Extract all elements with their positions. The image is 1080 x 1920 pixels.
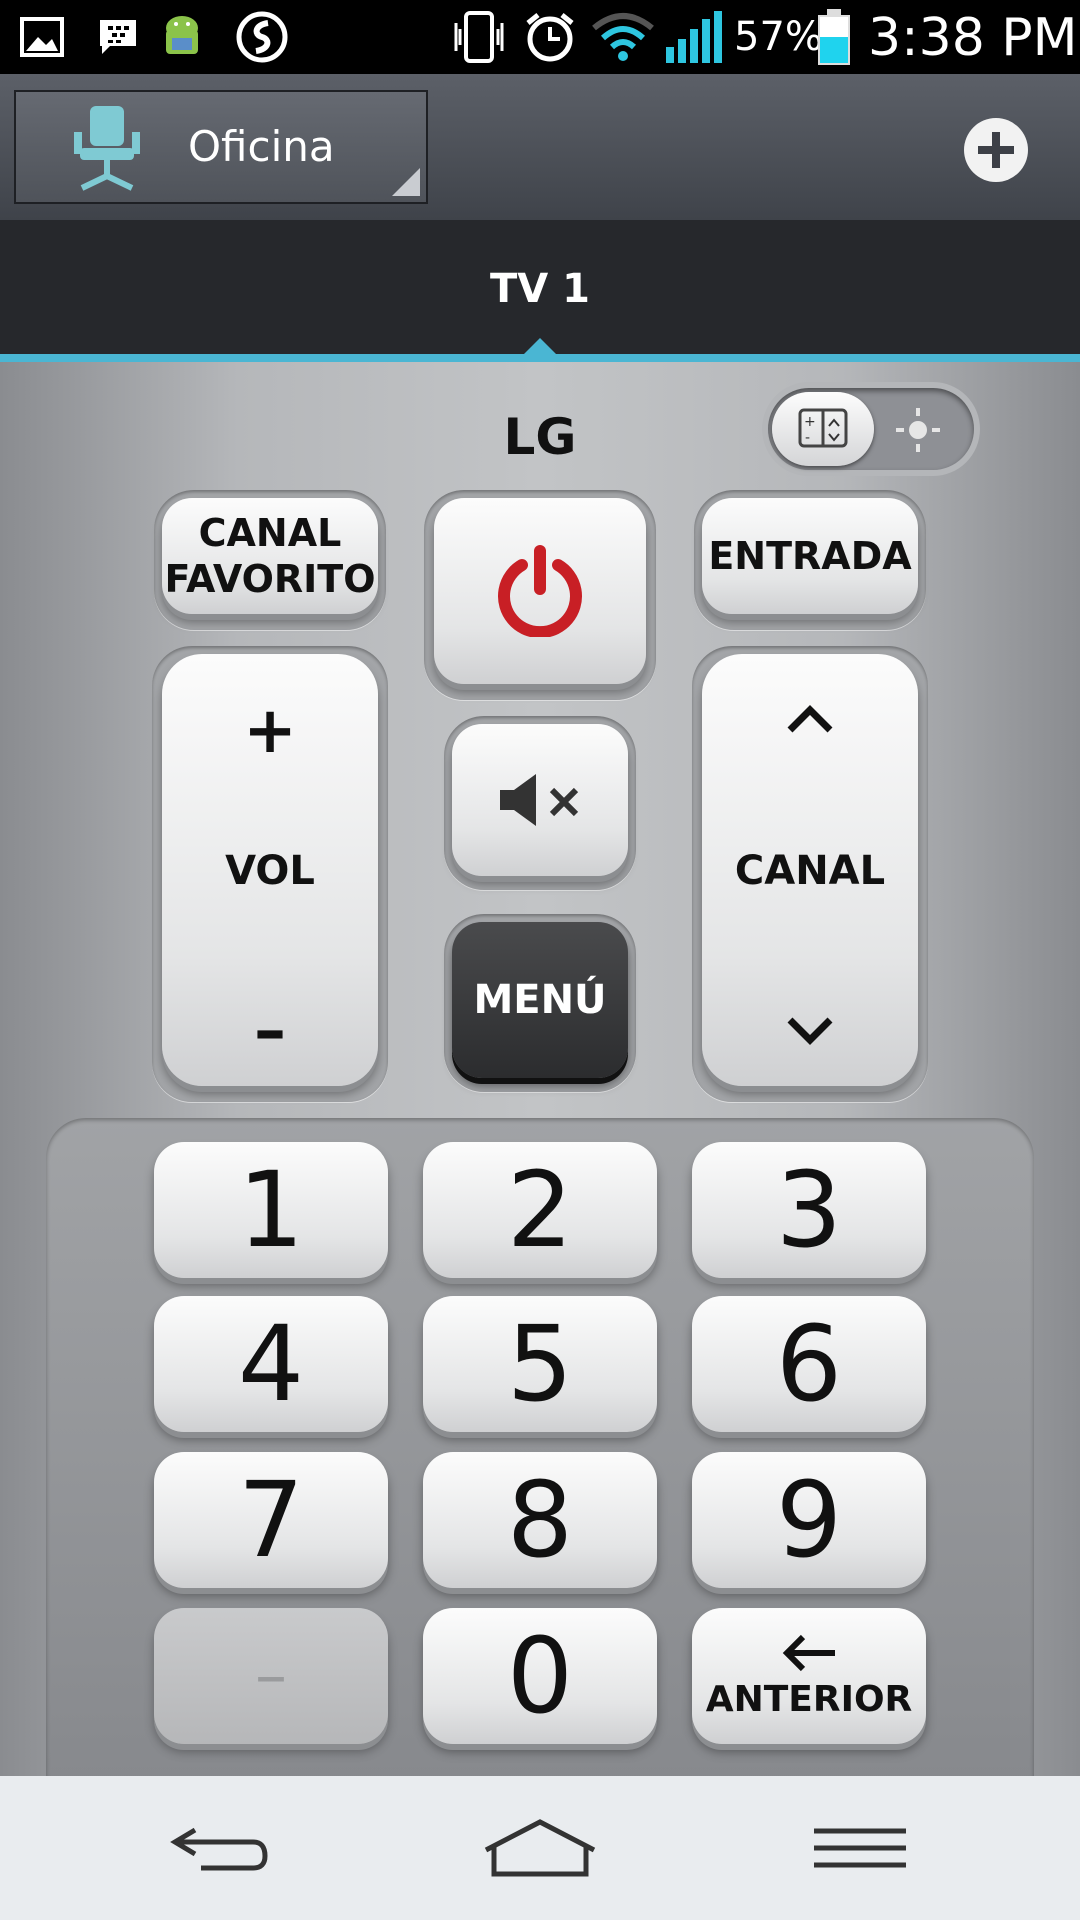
key-3[interactable]: 3 bbox=[692, 1142, 926, 1278]
chevron-up-icon[interactable] bbox=[786, 704, 834, 738]
key-5[interactable]: 5 bbox=[423, 1296, 657, 1432]
key-7[interactable]: 7 bbox=[154, 1452, 388, 1588]
status-bar: 57% 3:38 PM bbox=[0, 0, 1080, 74]
battery-icon bbox=[816, 9, 852, 65]
volume-up-button[interactable]: + bbox=[162, 694, 378, 768]
alarm-icon bbox=[522, 10, 578, 64]
back-icon[interactable] bbox=[160, 1796, 280, 1900]
input-label: ENTRADA bbox=[708, 534, 912, 578]
chevron-down-icon[interactable] bbox=[786, 1016, 834, 1050]
home-icon[interactable] bbox=[480, 1796, 600, 1900]
input-button[interactable]: ENTRADA bbox=[702, 498, 918, 614]
power-button[interactable] bbox=[434, 498, 646, 684]
mute-button[interactable] bbox=[452, 724, 628, 876]
previous-channel-button[interactable]: ANTERIOR bbox=[692, 1608, 926, 1744]
app-icon bbox=[236, 10, 288, 64]
vibrate-icon bbox=[452, 10, 508, 64]
navigation-bar bbox=[0, 1776, 1080, 1920]
key-0[interactable]: 0 bbox=[423, 1608, 657, 1744]
key-dash[interactable]: – bbox=[154, 1608, 388, 1744]
room-name: Oficina bbox=[188, 122, 335, 171]
battery-percent: 57% bbox=[734, 14, 823, 60]
room-selector[interactable]: Oficina bbox=[14, 90, 428, 204]
key-2[interactable]: 2 bbox=[423, 1142, 657, 1278]
office-chair-icon bbox=[72, 102, 142, 198]
plus-icon[interactable] bbox=[964, 118, 1028, 182]
key-9[interactable]: 9 bbox=[692, 1452, 926, 1588]
volume-rocker[interactable]: + VOL – bbox=[162, 654, 378, 1086]
dropdown-corner-icon bbox=[392, 168, 420, 196]
channel-label: CANAL bbox=[734, 848, 886, 894]
menu-button[interactable]: MENÚ bbox=[452, 922, 628, 1078]
svg-text:+: + bbox=[804, 414, 816, 430]
app-header: Oficina bbox=[0, 74, 1080, 222]
previous-channel-label: ANTERIOR bbox=[705, 1678, 913, 1720]
wifi-icon bbox=[590, 10, 656, 64]
brightness-icon bbox=[894, 406, 942, 458]
favorite-channel-line1: CANAL bbox=[198, 511, 342, 555]
arrow-left-icon bbox=[782, 1634, 835, 1671]
remote-layout-icon: +- bbox=[798, 408, 848, 448]
power-icon bbox=[498, 545, 582, 637]
channel-rocker[interactable]: CANAL bbox=[702, 654, 918, 1086]
key-4[interactable]: 4 bbox=[154, 1296, 388, 1432]
menu-label: MENÚ bbox=[473, 977, 607, 1023]
svg-text:-: - bbox=[805, 430, 810, 446]
key-6[interactable]: 6 bbox=[692, 1296, 926, 1432]
bbm-icon bbox=[96, 10, 140, 64]
volume-label: VOL bbox=[225, 848, 315, 894]
brand-label: LG bbox=[503, 408, 577, 466]
android-icon bbox=[158, 10, 206, 64]
gallery-icon bbox=[20, 10, 64, 64]
favorite-channel-button[interactable]: CANAL FAVORITO bbox=[162, 498, 378, 614]
mode-toggle-knob: + - bbox=[772, 392, 874, 466]
tab-indicator bbox=[0, 354, 1080, 362]
mode-toggle[interactable]: + - bbox=[768, 388, 974, 470]
mute-icon bbox=[500, 774, 579, 826]
clock: 3:38 PM bbox=[868, 8, 1078, 68]
signal-icon bbox=[664, 10, 724, 64]
key-8[interactable]: 8 bbox=[423, 1452, 657, 1588]
volume-down-button[interactable]: – bbox=[162, 994, 378, 1068]
key-1[interactable]: 1 bbox=[154, 1142, 388, 1278]
favorite-channel-line2: FAVORITO bbox=[164, 557, 376, 601]
menu-icon[interactable] bbox=[800, 1796, 920, 1900]
